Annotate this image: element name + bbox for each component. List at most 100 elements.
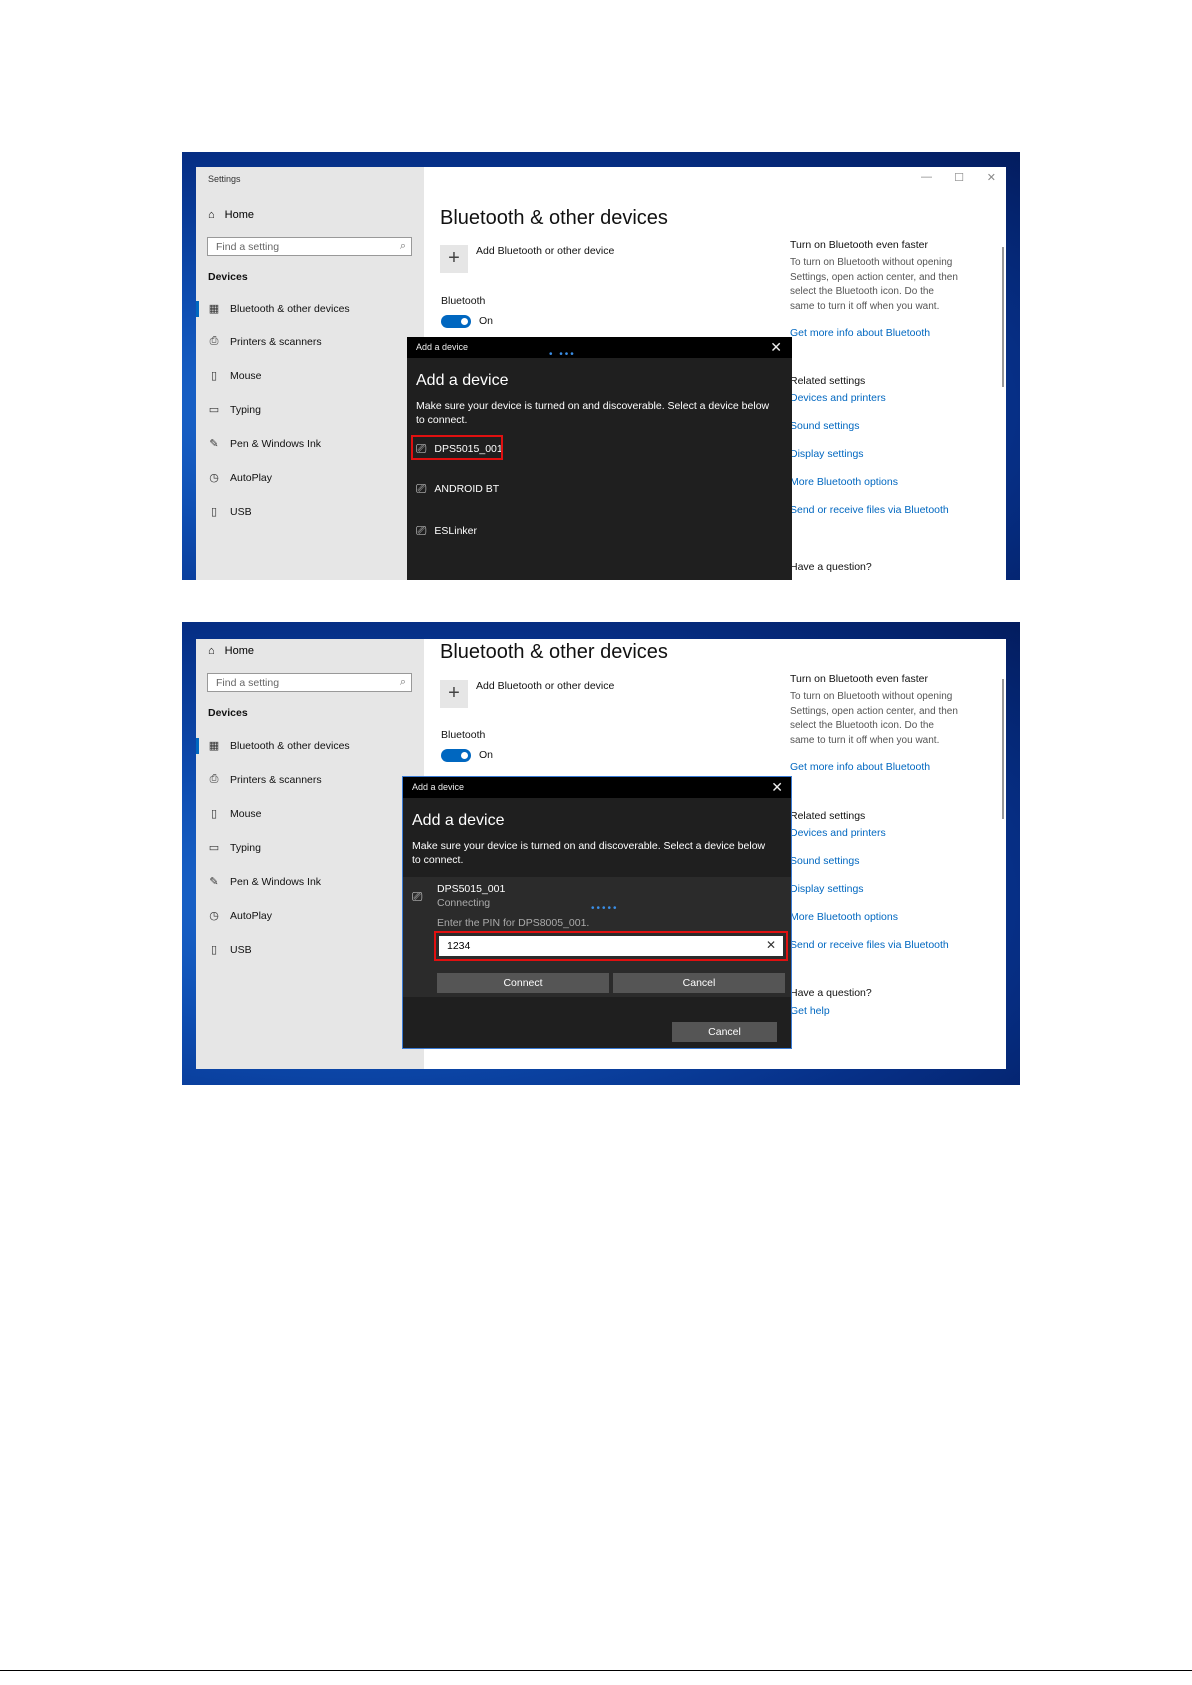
sidebar-item-pen[interactable]: ✎ Pen & Windows Ink <box>208 875 321 889</box>
keyboard-icon: ▭ <box>208 404 220 416</box>
printer-icon: ⎙ <box>209 335 219 347</box>
nav-home[interactable]: ⌂ Home <box>208 645 254 657</box>
autoplay-icon: ◷ <box>209 472 219 484</box>
home-icon: ⌂ <box>208 209 215 221</box>
sidebar-item-printers[interactable]: ⎙ Printers & scanners <box>208 773 322 786</box>
sidebar-item-printers[interactable]: ⎙ Printers & scanners <box>208 335 322 348</box>
sidebar-item-autoplay[interactable]: ◷ AutoPlay <box>208 909 272 923</box>
dialog-close-icon[interactable]: ✕ <box>771 779 783 796</box>
sidebar: Settings ⌂ Home Find a setting ⌕ Devices… <box>196 167 424 580</box>
connect-button[interactable]: Connect <box>437 973 609 993</box>
dialog-instructions: Make sure your device is turned on and d… <box>416 400 770 426</box>
highlight-box <box>411 435 503 460</box>
printer-icon: ⎙ <box>209 773 219 785</box>
dialog-instructions: Make sure your device is turned on and d… <box>412 840 766 866</box>
bluetooth-toggle[interactable] <box>441 315 471 328</box>
question-heading: Have a question? <box>790 561 872 573</box>
link-sound-settings[interactable]: Sound settings <box>790 855 859 867</box>
dialog-cancel-button[interactable]: Cancel <box>672 1022 777 1042</box>
bluetooth-devices-icon: ▦ <box>208 740 220 752</box>
plus-icon: + <box>448 682 460 704</box>
pen-icon: ✎ <box>209 438 219 450</box>
cancel-pin-button[interactable]: Cancel <box>613 973 785 993</box>
more-info-link[interactable]: Get more info about Bluetooth <box>790 327 930 339</box>
dialog-heading: Add a device <box>416 372 509 389</box>
sidebar-item-mouse[interactable]: ▯ Mouse <box>208 369 262 383</box>
device-icon: ⎚ <box>412 889 423 904</box>
keyboard-icon: ▭ <box>208 842 220 854</box>
add-device-label[interactable]: Add Bluetooth or other device <box>476 680 614 692</box>
close-icon[interactable]: ✕ <box>987 171 996 184</box>
sidebar-item-autoplay[interactable]: ◷ AutoPlay <box>208 471 272 485</box>
page-title: Bluetooth & other devices <box>440 207 668 229</box>
usb-icon: ▯ <box>210 506 218 518</box>
get-help-link[interactable]: Get help <box>790 1005 830 1017</box>
sidebar-item-typing[interactable]: ▭ Typing <box>208 841 261 855</box>
add-device-button[interactable]: + <box>440 680 468 708</box>
nav-home[interactable]: ⌂ Home <box>208 209 254 221</box>
bluetooth-label: Bluetooth <box>441 295 486 307</box>
search-input[interactable]: Find a setting ⌕ <box>207 673 412 692</box>
search-icon: ⌕ <box>399 676 406 688</box>
sidebar-item-typing[interactable]: ▭ Typing <box>208 403 261 417</box>
minimize-icon[interactable]: — <box>921 171 932 183</box>
autoplay-icon: ◷ <box>209 910 219 922</box>
add-device-dialog: Add a device ✕ Add a device Make sure yo… <box>402 776 792 1049</box>
sidebar: ⌂ Home Find a setting ⌕ Devices ▦ Blueto… <box>196 639 424 1069</box>
pen-icon: ✎ <box>209 876 219 888</box>
link-more-bluetooth[interactable]: More Bluetooth options <box>790 911 898 923</box>
selection-indicator <box>196 301 199 317</box>
faster-heading: Turn on Bluetooth even faster <box>790 239 928 251</box>
page-divider <box>0 1670 1192 1671</box>
link-send-receive[interactable]: Send or receive files via Bluetooth <box>790 939 949 951</box>
link-more-bluetooth[interactable]: More Bluetooth options <box>790 476 898 488</box>
page-title: Bluetooth & other devices <box>440 641 668 663</box>
bluetooth-devices-icon: ▦ <box>208 303 220 315</box>
sidebar-item-mouse[interactable]: ▯ Mouse <box>208 807 262 821</box>
bluetooth-label: Bluetooth <box>441 729 486 741</box>
link-display-settings[interactable]: Display settings <box>790 448 864 460</box>
sidebar-item-bluetooth[interactable]: ▦ Bluetooth & other devices <box>208 302 350 316</box>
maximize-icon[interactable]: ☐ <box>954 171 964 184</box>
device-item[interactable]: ⎚ ESLinker <box>416 523 477 539</box>
dialog-close-icon[interactable]: ✕ <box>770 339 782 356</box>
related-heading: Related settings <box>790 375 866 387</box>
screenshot-1: Settings ⌂ Home Find a setting ⌕ Devices… <box>182 152 1020 580</box>
selection-indicator <box>196 738 199 754</box>
related-heading: Related settings <box>790 810 866 822</box>
home-icon: ⌂ <box>208 645 215 657</box>
sidebar-item-usb[interactable]: ▯ USB <box>208 505 252 519</box>
section-devices: Devices <box>208 707 248 719</box>
device-item[interactable]: ⎚ ANDROID BT <box>416 481 499 497</box>
app-title: Settings <box>208 174 241 184</box>
toggle-state: On <box>479 315 494 327</box>
screenshot-2: ⌂ Home Find a setting ⌕ Devices ▦ Blueto… <box>182 622 1020 1085</box>
scrollbar[interactable] <box>1002 679 1004 819</box>
search-icon: ⌕ <box>399 240 406 252</box>
dialog-title: Add a device <box>416 342 469 352</box>
dialog-heading: Add a device <box>412 812 505 829</box>
link-sound-settings[interactable]: Sound settings <box>790 420 859 432</box>
faster-text: To turn on Bluetooth without opening Set… <box>790 691 958 746</box>
scrollbar[interactable] <box>1002 247 1004 387</box>
search-input[interactable]: Find a setting ⌕ <box>207 237 412 256</box>
link-devices-printers[interactable]: Devices and printers <box>790 827 886 839</box>
question-heading: Have a question? <box>790 987 872 999</box>
section-devices: Devices <box>208 271 248 283</box>
connecting-status: Connecting <box>437 897 491 909</box>
highlight-box <box>434 931 788 961</box>
device-icon: ⎚ <box>416 523 427 538</box>
sidebar-item-usb[interactable]: ▯ USB <box>208 943 252 957</box>
progress-dots: • ••• <box>549 349 576 360</box>
link-send-receive[interactable]: Send or receive files via Bluetooth <box>790 504 949 516</box>
mouse-icon: ▯ <box>210 370 218 382</box>
sidebar-item-pen[interactable]: ✎ Pen & Windows Ink <box>208 437 321 451</box>
add-device-button[interactable]: + <box>440 245 468 273</box>
link-display-settings[interactable]: Display settings <box>790 883 864 895</box>
add-device-label[interactable]: Add Bluetooth or other device <box>476 245 614 257</box>
bluetooth-toggle[interactable] <box>441 749 471 762</box>
link-devices-printers[interactable]: Devices and printers <box>790 392 886 404</box>
more-info-link[interactable]: Get more info about Bluetooth <box>790 761 930 773</box>
connecting-device-name: DPS5015_001 <box>437 883 506 895</box>
sidebar-item-bluetooth[interactable]: ▦ Bluetooth & other devices <box>208 739 350 753</box>
